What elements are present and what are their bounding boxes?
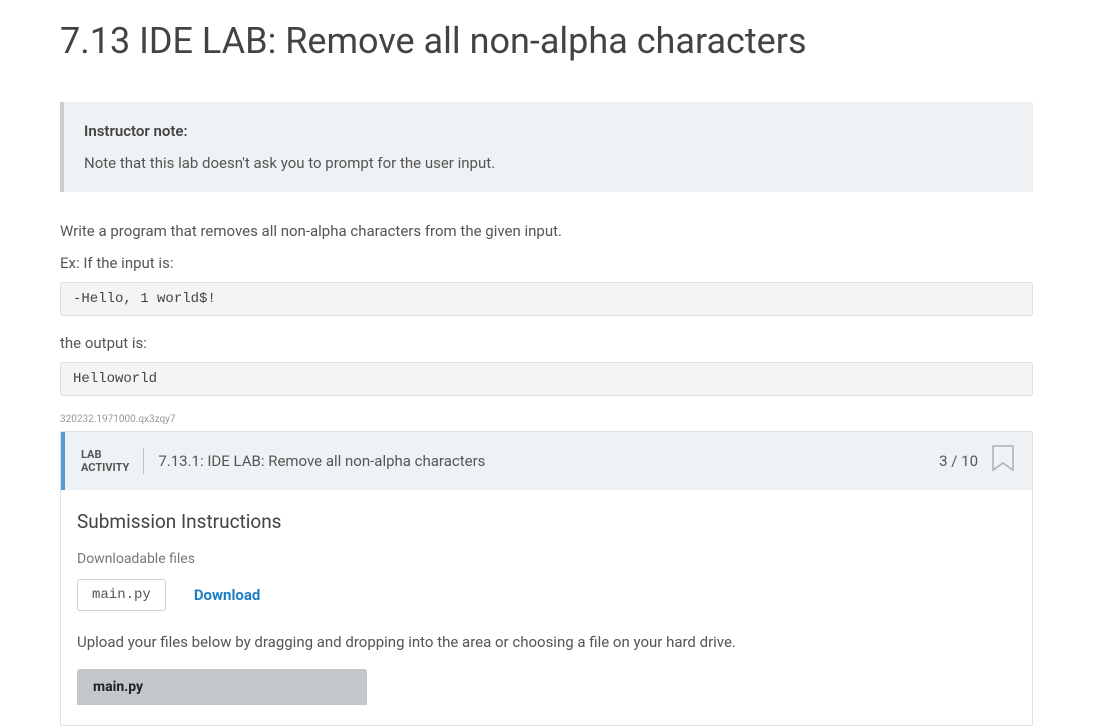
bookmark-icon[interactable]: [990, 444, 1016, 478]
file-row: main.py Download: [77, 579, 1016, 611]
file-name-chip: main.py: [77, 579, 166, 611]
lab-header: LAB ACTIVITY 7.13.1: IDE LAB: Remove all…: [61, 432, 1032, 490]
upload-file-tab[interactable]: main.py: [77, 669, 367, 705]
submission-heading: Submission Instructions: [77, 510, 1016, 533]
lab-activity-panel: LAB ACTIVITY 7.13.1: IDE LAB: Remove all…: [60, 431, 1033, 726]
example-output-label: the output is:: [60, 334, 1033, 352]
downloadable-files-label: Downloadable files: [77, 551, 1016, 567]
lab-activity-tag: LAB ACTIVITY: [81, 448, 144, 474]
example-output-code: Helloworld: [60, 362, 1033, 396]
activity-id: 320232.1971000.qx3zqy7: [60, 414, 1033, 425]
example-input-code: -Hello, 1 world$!: [60, 282, 1033, 316]
lab-activity-title: 7.13.1: IDE LAB: Remove all non-alpha ch…: [158, 452, 939, 470]
instructor-note-box: Instructor note: Note that this lab does…: [60, 102, 1033, 192]
upload-instructions: Upload your files below by dragging and …: [77, 633, 1016, 651]
lab-body: Submission Instructions Downloadable fil…: [61, 490, 1032, 725]
example-input-label: Ex: If the input is:: [60, 254, 1033, 272]
problem-description: Write a program that removes all non-alp…: [60, 222, 1033, 240]
page-title: 7.13 IDE LAB: Remove all non-alpha chara…: [60, 20, 1033, 62]
instructor-note-body: Note that this lab doesn't ask you to pr…: [84, 154, 1013, 172]
lab-score: 3 / 10: [939, 452, 978, 470]
instructor-note-title: Instructor note:: [84, 122, 1013, 140]
download-link[interactable]: Download: [194, 586, 261, 604]
